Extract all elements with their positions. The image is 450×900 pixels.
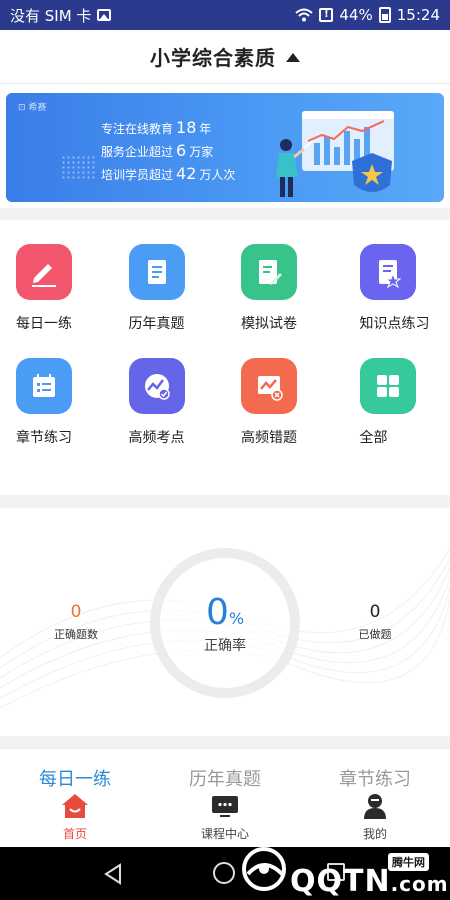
- quick-tab-chapter[interactable]: 章节练习: [300, 765, 450, 791]
- quick-tab-daily[interactable]: 每日一练: [0, 765, 150, 791]
- feature-item-label: 高频错题: [241, 430, 297, 446]
- back-icon[interactable]: [103, 863, 123, 885]
- edit-paper-icon: [241, 244, 297, 300]
- promo-banner[interactable]: ⊡ 希赛 专注在线教育 18 年 服务企业超过 6 万家 培训学员超过 42 万人次: [6, 93, 444, 202]
- banner-dot-pattern: [61, 155, 97, 181]
- correct-count-stat: 0 正确题数: [48, 602, 104, 642]
- accuracy-label: 正确率: [204, 637, 246, 654]
- feature-item-label: 章节练习: [16, 430, 72, 446]
- watermark-logo-icon: [242, 847, 286, 891]
- battery-percent: 44%: [339, 6, 373, 24]
- banner-logo: ⊡ 希赛: [18, 103, 47, 113]
- nav-tab-label: 我的: [362, 827, 387, 841]
- caret-up-icon: [286, 53, 300, 62]
- subject-selector[interactable]: 小学综合素质: [0, 30, 450, 84]
- feature-item-4[interactable]: 章节练习: [0, 358, 113, 447]
- course-icon: [212, 796, 238, 817]
- profile-icon: [364, 794, 386, 819]
- watermark-text: QQTN.com: [290, 864, 449, 899]
- quick-tabs: 每日一练 历年真题 章节练习: [0, 765, 450, 791]
- feature-item-3[interactable]: 知识点练习: [338, 244, 450, 333]
- pencil-icon: [16, 244, 72, 300]
- accuracy-value: 0%: [205, 591, 245, 633]
- grid-icon: [359, 358, 416, 414]
- chart-check-icon: [128, 358, 185, 414]
- feature-item-0[interactable]: 每日一练: [0, 244, 113, 333]
- stats-section: 0 正确题数 0% 正确率 0 已做题: [0, 508, 450, 736]
- feature-item-5[interactable]: 高频考点: [113, 358, 226, 447]
- carrier-text: 没有 SIM 卡: [10, 6, 92, 25]
- banner-section: ⊡ 希赛 专注在线教育 18 年 服务企业超过 6 万家 培训学员超过 42 万人次: [0, 84, 450, 208]
- battery-icon: [378, 7, 391, 23]
- wifi-icon: [295, 8, 314, 22]
- clock: 15:24: [396, 6, 440, 24]
- feature-item-label: 全部: [359, 430, 388, 446]
- calendar-list-icon: [16, 358, 72, 414]
- page-title: 小学综合素质: [150, 46, 276, 70]
- image-notification-icon: [97, 9, 112, 21]
- feature-item-6[interactable]: 高频错题: [225, 358, 338, 447]
- feature-item-2[interactable]: 模拟试卷: [225, 244, 338, 333]
- done-count-value: 0: [369, 602, 381, 622]
- feature-item-1[interactable]: 历年真题: [113, 244, 226, 333]
- feature-item-label: 每日一练: [16, 316, 72, 332]
- document-icon: [128, 244, 185, 300]
- done-count-label: 已做题: [358, 628, 392, 641]
- nav-tab-label: 课程中心: [200, 827, 249, 841]
- nav-tab-course-center[interactable]: 课程中心: [150, 793, 300, 842]
- nav-tab-home[interactable]: 首页: [0, 793, 150, 842]
- feature-item-label: 知识点练习: [359, 316, 430, 332]
- home-button-icon[interactable]: [213, 862, 235, 884]
- feature-item-label: 历年真题: [128, 316, 185, 332]
- nav-tab-profile[interactable]: 我的: [300, 793, 450, 842]
- feature-item-label: 模拟试卷: [241, 316, 297, 332]
- banner-illustration: [276, 111, 394, 197]
- feature-item-7[interactable]: 全部: [338, 358, 450, 447]
- chart-error-icon: [241, 358, 297, 414]
- feature-item-label: 高频考点: [128, 430, 185, 446]
- feature-grid-section: 每日一练 历年真题 模拟试卷 知识点练习章节练习 高频考点 高频错题 全部: [0, 220, 450, 495]
- correct-count-value: 0: [70, 602, 82, 622]
- watermark: 腾牛网 QQTN.com: [240, 842, 448, 899]
- alert-icon: !: [319, 8, 334, 22]
- status-bar: 没有 SIM 卡 ! 44% 15:24: [0, 0, 450, 30]
- banner-text: 专注在线教育 18 年 服务企业超过 6 万家 培训学员超过 42 万人次: [101, 118, 236, 183]
- quick-tab-past-papers[interactable]: 历年真题: [150, 765, 300, 791]
- bottom-tabs: 每日一练 历年真题 章节练习 首页 课程中心 我的: [0, 748, 450, 847]
- done-count-stat: 0 已做题: [350, 602, 400, 642]
- feature-grid: 每日一练 历年真题 模拟试卷 知识点练习章节练习 高频考点 高频错题 全部: [0, 244, 450, 447]
- home-icon: [62, 794, 88, 818]
- correct-count-label: 正确题数: [54, 628, 98, 641]
- star-doc-icon: [359, 244, 416, 300]
- accuracy-ring: 0% 正确率: [150, 548, 300, 698]
- bottom-nav: 首页 课程中心 我的: [0, 793, 450, 842]
- nav-tab-label: 首页: [62, 827, 87, 841]
